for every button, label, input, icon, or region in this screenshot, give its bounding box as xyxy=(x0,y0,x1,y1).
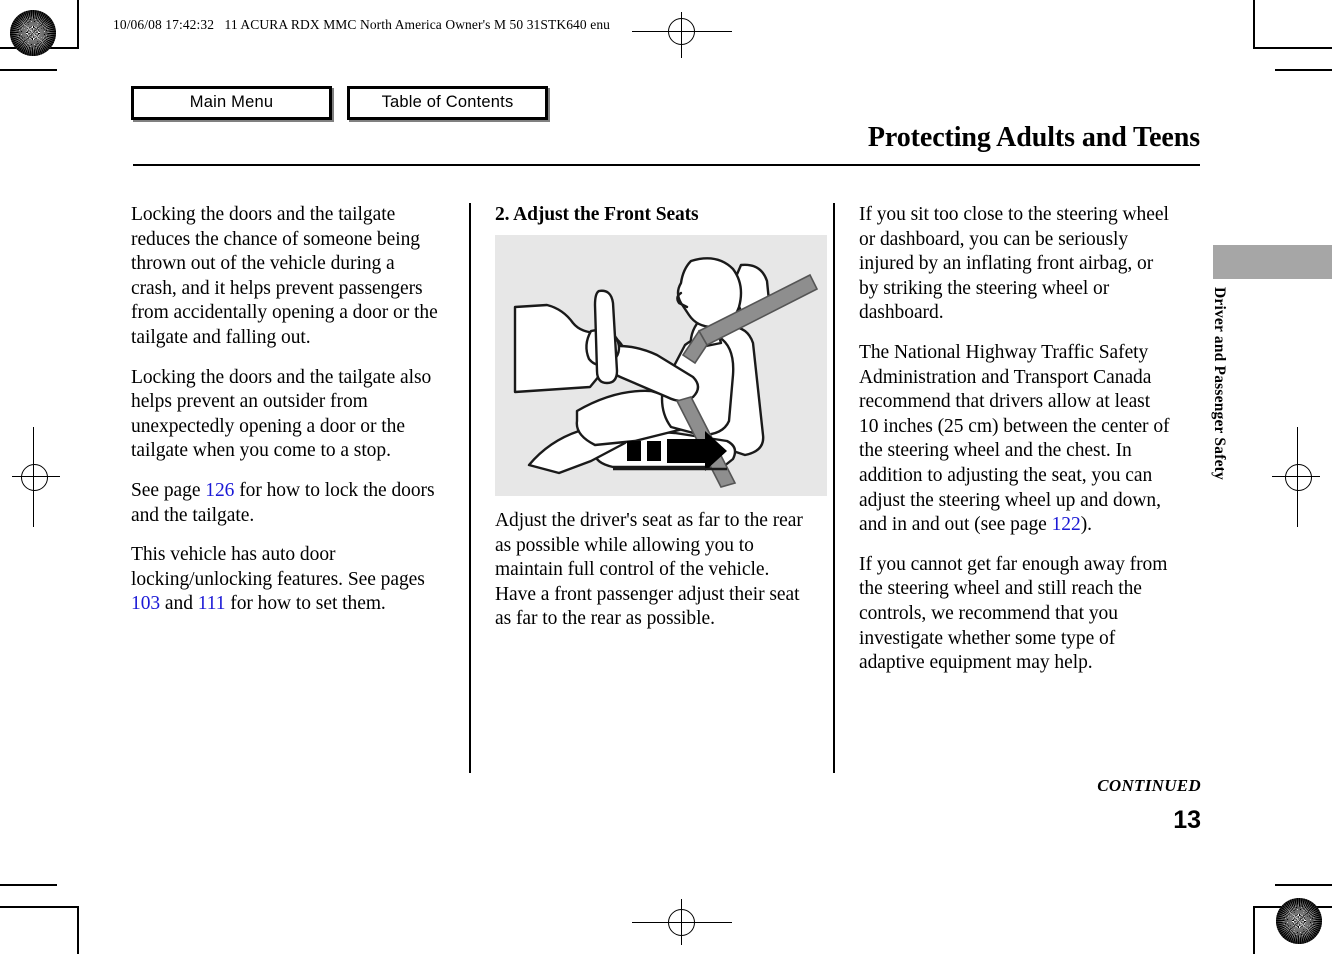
body-paragraph: Adjust the driver's seat as far to the r… xyxy=(495,510,803,630)
body-paragraph: This vehicle has auto door locking/unloc… xyxy=(131,544,425,615)
registration-crosshair-icon xyxy=(632,897,732,949)
title-divider xyxy=(133,164,1200,166)
body-paragraph: Locking the doors and the tailgate reduc… xyxy=(131,204,438,348)
page-reference-link[interactable]: 126 xyxy=(205,480,234,501)
page-reference-link[interactable]: 111 xyxy=(198,593,226,614)
continued-label: CONTINUED xyxy=(1097,776,1201,795)
body-paragraph: If you cannot get far enough away from t… xyxy=(859,553,1168,674)
crop-mark-line xyxy=(77,906,79,954)
document-header-stamp: 10/06/08 17:42:32 11 ACURA RDX MMC North… xyxy=(113,17,611,32)
registration-starburst-icon xyxy=(10,10,56,56)
crop-mark-line xyxy=(0,69,57,71)
main-menu-button[interactable]: Main Menu xyxy=(131,86,332,120)
registration-starburst-icon xyxy=(1276,898,1322,944)
right-column-paragraphs: If you sit too close to the steering whe… xyxy=(859,203,1171,676)
body-paragraph: See page 126 for how to lock the doors a… xyxy=(131,479,435,526)
registration-crosshair-icon xyxy=(632,6,732,58)
page-title: Protecting Adults and Teens xyxy=(867,122,1200,153)
crop-mark-line xyxy=(0,906,78,908)
page-reference-link[interactable]: 103 xyxy=(131,593,160,614)
section-tab-marker xyxy=(1213,245,1332,279)
left-column-paragraphs: Locking the doors and the tailgate reduc… xyxy=(131,203,443,617)
crop-mark-line xyxy=(77,0,79,49)
navigation-bar: Main Menu Table of Contents xyxy=(131,86,548,120)
crop-mark-line xyxy=(1275,69,1332,71)
table-of-contents-button[interactable]: Table of Contents xyxy=(347,86,548,120)
body-paragraph: If you sit too close to the steering whe… xyxy=(859,204,1169,324)
body-paragraph: Locking the doors and the tailgate also … xyxy=(131,366,432,462)
column-middle: 2. Adjust the Front Seats Adjust the dri… xyxy=(495,203,827,773)
registration-crosshair-icon xyxy=(1272,427,1324,527)
page-number: 13 xyxy=(1173,806,1201,834)
crop-mark-line xyxy=(1253,906,1255,954)
section-tab-label: Driver and Passenger Safety xyxy=(1211,287,1228,480)
page-reference-link[interactable]: 122 xyxy=(1052,514,1081,535)
crop-mark-line xyxy=(1253,0,1255,49)
content-columns: Locking the doors and the tailgate reduc… xyxy=(131,203,1201,773)
column-divider xyxy=(469,203,471,773)
crop-mark-line xyxy=(1275,884,1332,886)
column-divider xyxy=(833,203,835,773)
middle-column-paragraphs: Adjust the driver's seat as far to the r… xyxy=(495,509,807,632)
column-left: Locking the doors and the tailgate reduc… xyxy=(131,203,443,773)
crop-mark-line xyxy=(0,884,57,886)
body-paragraph: The National Highway Traffic Safety Admi… xyxy=(859,341,1170,536)
column-right: If you sit too close to the steering whe… xyxy=(859,203,1171,773)
crop-mark-line xyxy=(1254,47,1332,49)
registration-crosshair-icon xyxy=(8,427,60,527)
section-heading-adjust-front-seats: 2. Adjust the Front Seats xyxy=(495,204,699,225)
driver-seat-adjustment-illustration xyxy=(495,235,827,496)
